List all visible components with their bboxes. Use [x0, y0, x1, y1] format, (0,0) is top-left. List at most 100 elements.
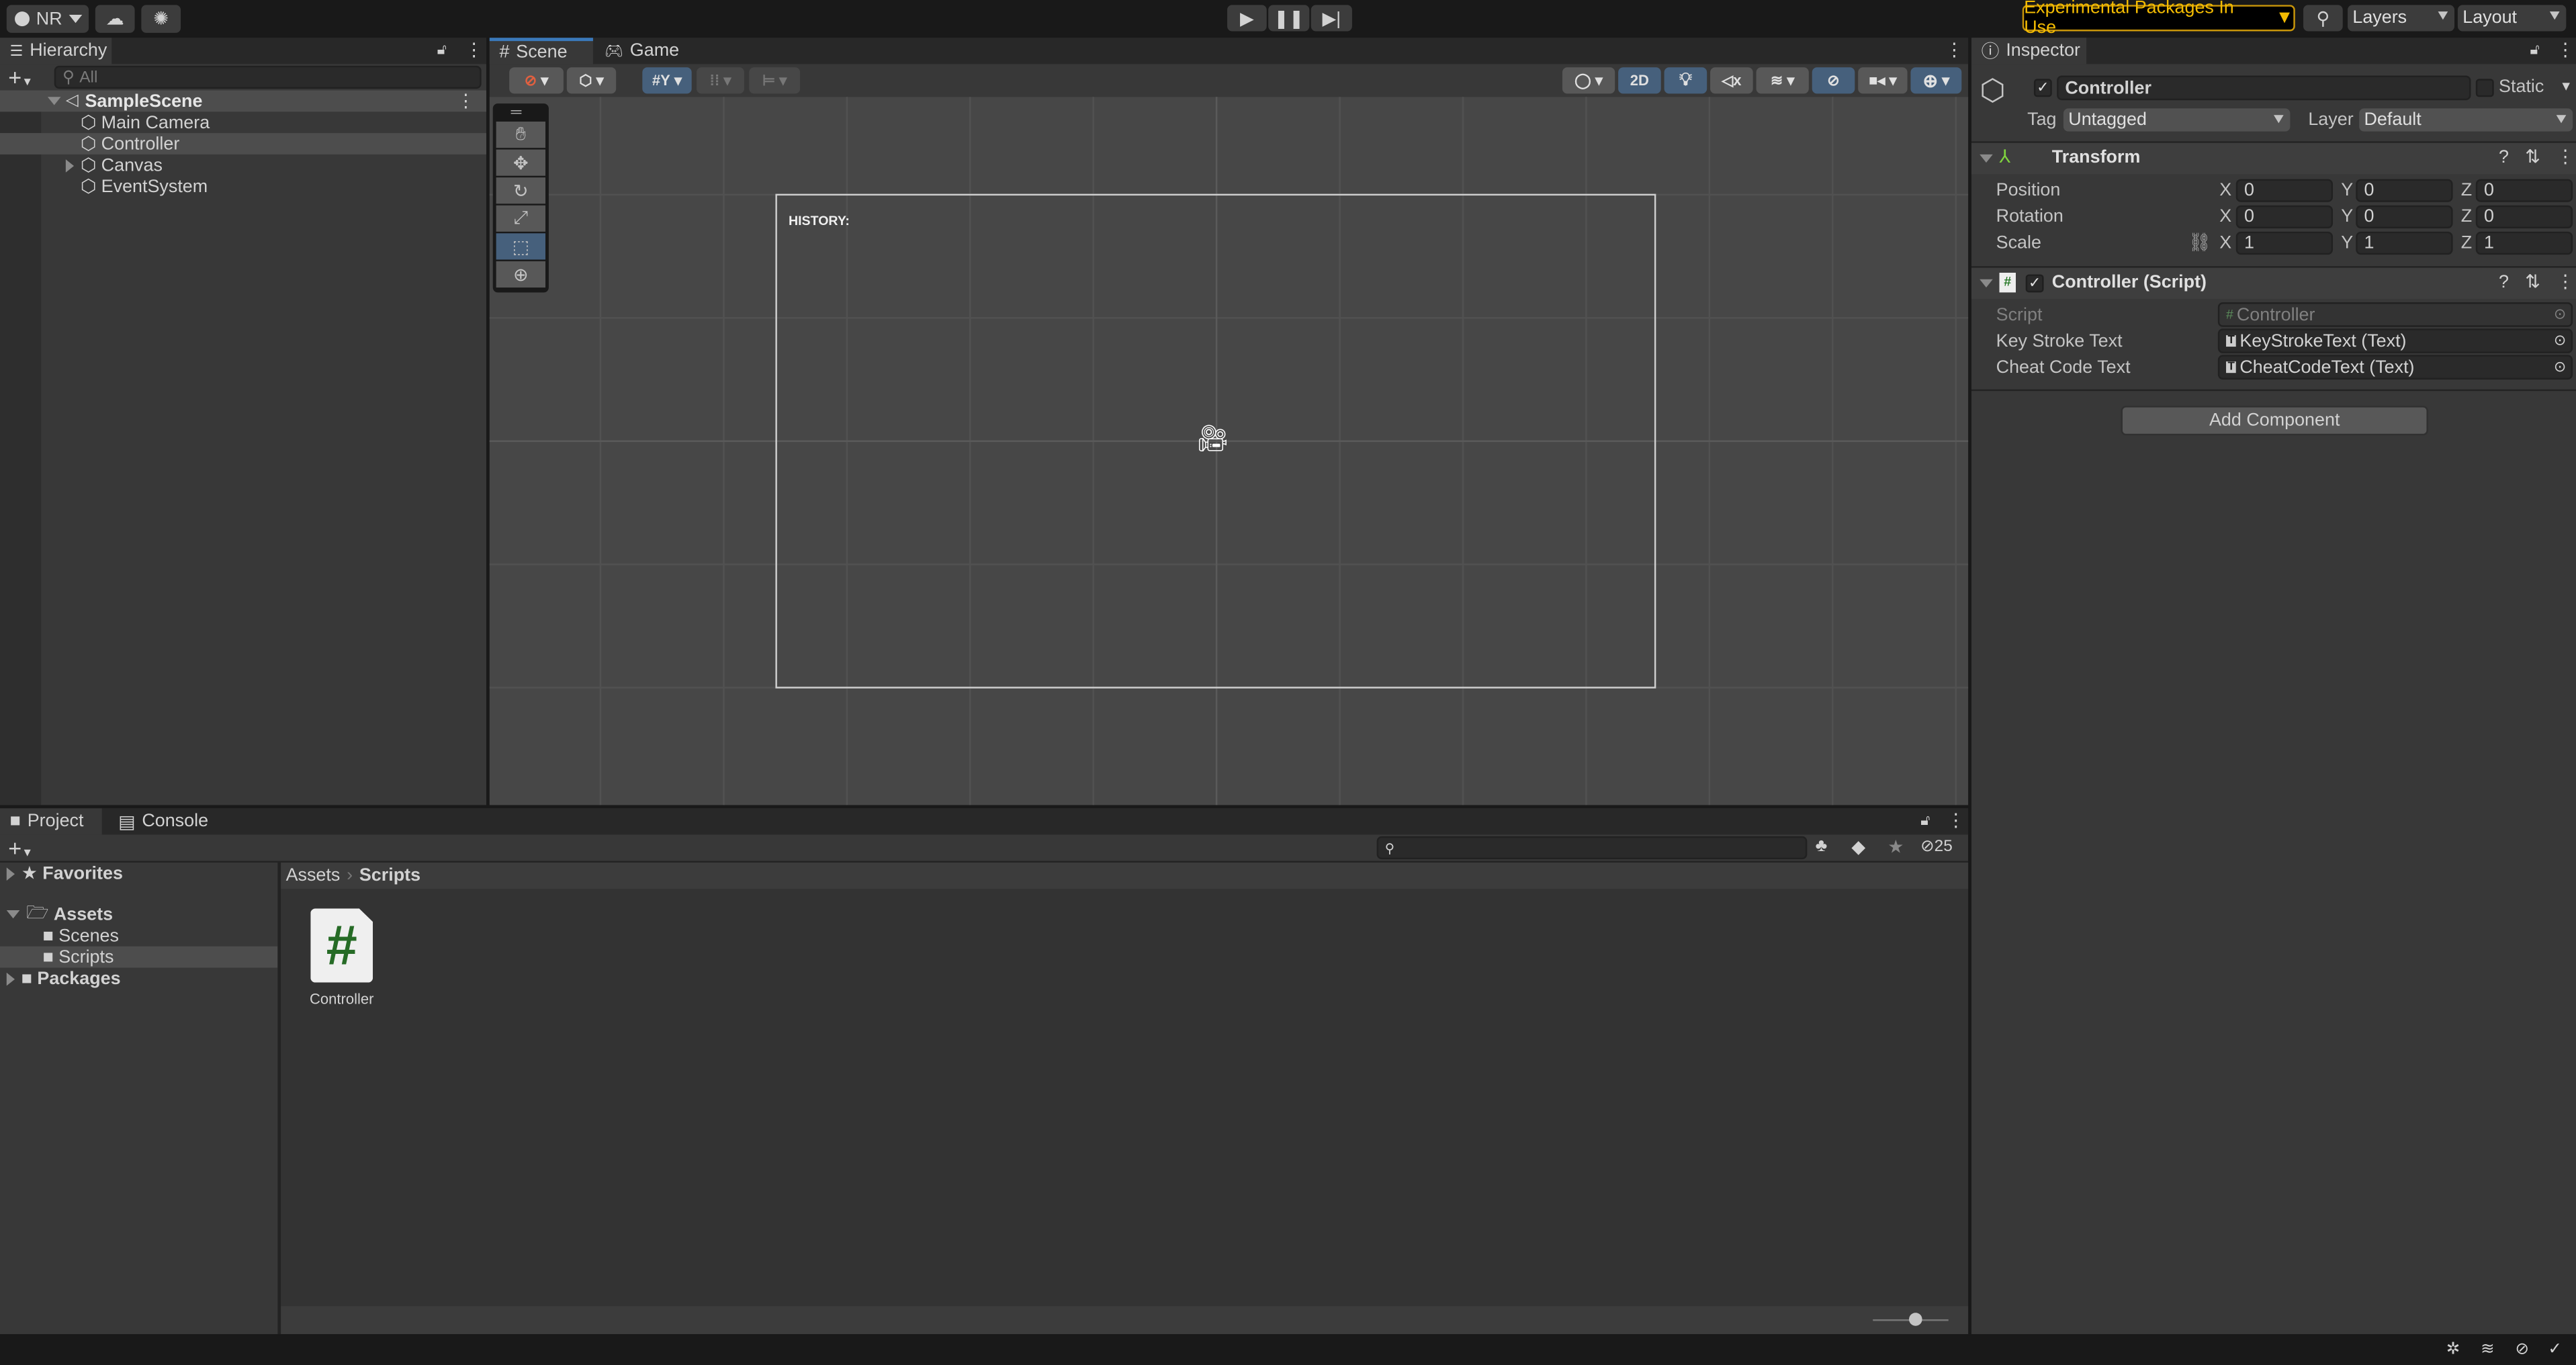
drag-handle-icon[interactable]: ═ [511, 103, 522, 120]
expand-arrow-icon[interactable] [6, 867, 15, 880]
effects-button[interactable]: ≋ ▾ [1756, 67, 1809, 94]
scale-tool[interactable]: ⤢ [496, 205, 546, 232]
pause-button[interactable]: ❚❚ [1268, 5, 1310, 32]
expand-arrow-icon[interactable] [6, 971, 15, 985]
help-icon[interactable]: ? [2499, 148, 2509, 167]
help-icon[interactable]: ? [2499, 273, 2509, 292]
list-item[interactable]: ⬡ Main Camera [0, 112, 486, 134]
tree-item-scripts[interactable]: ■ Scripts [0, 946, 278, 968]
bug-icon[interactable]: ✲ [2446, 1341, 2460, 1359]
favorite-star-icon[interactable]: ★ [1887, 836, 1904, 857]
position-z-input[interactable]: 0 [2475, 179, 2573, 202]
more-options-icon[interactable]: ⋮ [2557, 40, 2575, 60]
more-options-icon[interactable]: ⋮ [2557, 271, 2575, 292]
expand-arrow-icon[interactable] [47, 97, 61, 105]
tab-hierarchy[interactable]: ☰ Hierarchy [0, 38, 112, 64]
toggle-2d-button[interactable]: 2D [1618, 67, 1661, 94]
render-mode-button[interactable]: ⬡ ▾ [566, 67, 617, 94]
lock-icon[interactable]: 🔓︎ [437, 41, 447, 59]
move-tool[interactable]: ✥ [496, 149, 546, 176]
script-component-header[interactable]: # ✓ Controller (Script) ? ⇅ ⋮ [1971, 267, 2576, 300]
hand-tool[interactable]: ✋︎ [496, 121, 546, 148]
audio-toggle[interactable]: ◁x [1710, 67, 1753, 94]
scene-row[interactable]: ◁ SampleScene ⋮ [0, 90, 486, 112]
collapse-arrow-icon[interactable] [1980, 279, 1993, 288]
cloud-button[interactable]: ☁ [95, 5, 135, 33]
cheat-code-text-field[interactable]: T CheatCodeText (Text) ⊙ [2217, 355, 2573, 380]
expand-arrow-icon[interactable] [6, 910, 20, 919]
list-item[interactable]: ⬡ Controller [0, 133, 486, 155]
transform-tool[interactable]: ⊕ [496, 261, 546, 288]
breadcrumb-assets[interactable]: Assets [286, 866, 341, 885]
collab-button[interactable]: ✺ [141, 5, 181, 33]
rotation-x-input[interactable]: 0 [2235, 205, 2334, 228]
add-component-button[interactable]: Add Component [2121, 406, 2428, 436]
object-picker-icon[interactable]: ⊙ [2554, 332, 2566, 350]
align-button[interactable]: ⊨ ▾ [749, 67, 801, 94]
tab-console[interactable]: ▤ Console [108, 808, 218, 834]
preset-icon[interactable]: ⇅ [2525, 271, 2540, 292]
lock-icon[interactable]: 🔓︎ [2530, 41, 2540, 59]
scale-z-input[interactable]: 1 [2475, 231, 2573, 255]
play-button[interactable]: ▶ [1227, 5, 1267, 32]
snap-increment-button[interactable]: ⁞⁞ ▾ [697, 67, 744, 94]
component-enabled-checkbox[interactable]: ✓ [2025, 274, 2044, 293]
scene-viewport[interactable]: HISTORY: 🎥︎ [489, 97, 1969, 805]
rotation-z-input[interactable]: 0 [2475, 205, 2573, 228]
search-by-label-icon[interactable]: ◆ [1851, 836, 1865, 857]
list-item[interactable]: ⬡ Canvas [0, 155, 486, 176]
object-name-input[interactable]: Controller [2057, 75, 2471, 101]
collapse-arrow-icon[interactable] [1980, 154, 1993, 163]
list-item[interactable]: ⬡ EventSystem [0, 176, 486, 197]
layer-dropdown[interactable]: Default [2359, 108, 2573, 132]
more-options-icon[interactable]: ⋮ [457, 91, 475, 112]
add-button[interactable]: +▼ [8, 64, 33, 90]
step-button[interactable]: ▶| [1311, 5, 1352, 32]
rotation-y-input[interactable]: 0 [2356, 205, 2453, 228]
position-y-input[interactable]: 0 [2356, 179, 2453, 202]
more-options-icon[interactable]: ⋮ [1947, 810, 1965, 831]
shading-mode-button[interactable]: ◯ ▾ [1562, 67, 1615, 94]
tab-project[interactable]: ■ Project [0, 808, 102, 835]
scene-visibility-toggle[interactable]: ⊘ [1812, 67, 1855, 94]
more-options-icon[interactable]: ⋮ [2557, 146, 2575, 167]
lock-icon[interactable]: 🔓︎ [1920, 811, 1930, 830]
expand-arrow-icon[interactable] [65, 159, 75, 172]
transform-header[interactable]: ⅄ Transform ? ⇅ ⋮ [1971, 142, 2576, 175]
file-item[interactable]: # Controller [301, 908, 383, 1007]
active-checkbox[interactable]: ✓ [2033, 79, 2052, 97]
layout-dropdown[interactable]: Layout [2457, 5, 2567, 32]
tab-inspector[interactable]: ⓘ Inspector [1971, 38, 2087, 64]
layers-dropdown[interactable]: Layers [2348, 5, 2455, 32]
tab-game[interactable]: 🎮︎ Game [594, 38, 689, 64]
tree-item-scenes[interactable]: ■ Scenes [0, 925, 277, 946]
camera-gizmo-icon[interactable]: 🎥︎ [1196, 423, 1230, 455]
experimental-packages-button[interactable]: Experimental Packages In Use ▼ [2022, 0, 2295, 38]
constrain-proportions-icon[interactable]: ⛓ [2188, 232, 2211, 253]
scale-x-input[interactable]: 1 [2235, 231, 2334, 255]
draw-mode-button[interactable]: ⊘ ▾ [509, 67, 564, 94]
preset-icon[interactable]: ⇅ [2525, 146, 2540, 167]
project-search-input[interactable]: ⚲ [1376, 836, 1808, 860]
more-options-icon[interactable]: ⋮ [465, 40, 483, 60]
check-circle-icon[interactable]: ✓ [2548, 1341, 2562, 1359]
search-button[interactable]: ⚲ [2303, 5, 2343, 32]
hidden-packages-toggle[interactable]: ⊘25 [1920, 838, 1953, 856]
position-x-input[interactable]: 0 [2235, 179, 2334, 202]
gizmos-button[interactable]: ⊕ ▾ [1910, 67, 1962, 94]
breadcrumb-scripts[interactable]: Scripts [359, 866, 420, 885]
camera-settings-button[interactable]: ■◂ ▾ [1858, 67, 1908, 94]
static-checkbox[interactable] [2475, 79, 2494, 97]
tab-scene[interactable]: # Scene [489, 38, 593, 64]
tag-dropdown[interactable]: Untagged [2063, 108, 2291, 132]
search-by-type-icon[interactable]: ♣ [1816, 836, 1828, 856]
network-icon[interactable]: ⊘ [2516, 1341, 2530, 1359]
rotate-tool[interactable]: ↻ [496, 177, 546, 204]
hierarchy-search-input[interactable]: ⚲ All [54, 65, 482, 89]
object-picker-icon[interactable]: ⊙ [2554, 358, 2566, 376]
create-button[interactable]: +▼ [8, 834, 33, 861]
icon-size-slider[interactable] [1873, 1313, 1949, 1326]
slider-handle[interactable] [1909, 1313, 1922, 1326]
key-stroke-text-field[interactable]: T KeyStrokeText (Text) ⊙ [2217, 328, 2573, 353]
scale-y-input[interactable]: 1 [2356, 231, 2453, 255]
